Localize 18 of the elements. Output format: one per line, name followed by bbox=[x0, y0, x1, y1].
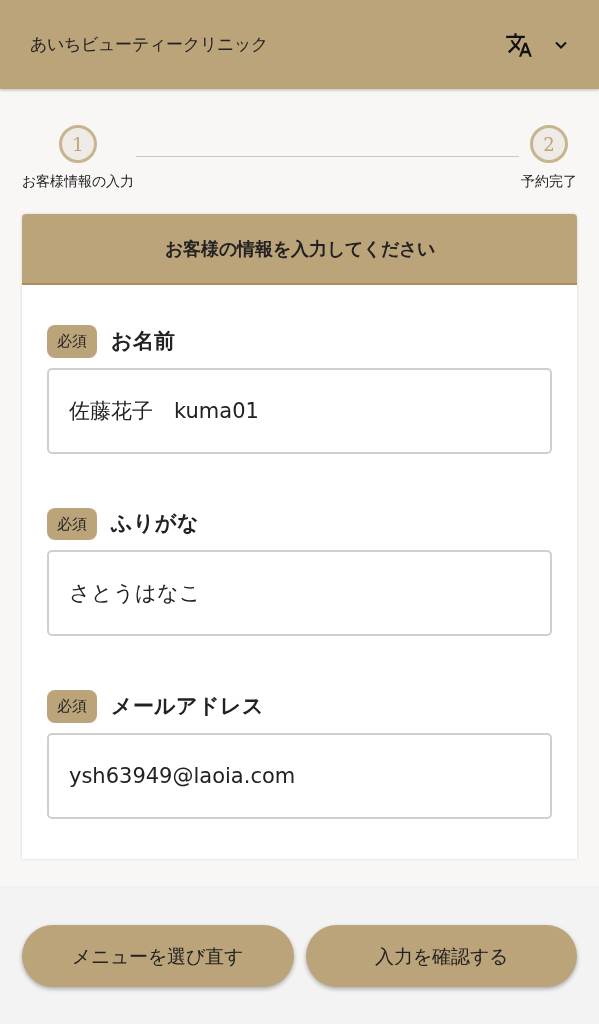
clinic-name: あいちビューティークリニック bbox=[30, 32, 269, 56]
text-field[interactable]: ysh63949@laoia.com bbox=[47, 732, 552, 819]
action-button[interactable]: メニューを選び直す bbox=[22, 925, 294, 987]
step-label: 予約完了 bbox=[521, 172, 577, 191]
required-badge: 必須 bbox=[47, 325, 97, 358]
field-label: メールアドレス bbox=[111, 692, 264, 720]
form-title: お客様の情報を入力してください bbox=[164, 237, 435, 261]
text-field[interactable]: さとうはなこ bbox=[47, 550, 552, 636]
required-badge: 必須 bbox=[47, 507, 97, 540]
step-label: お客様情報の入力 bbox=[22, 172, 134, 191]
step-number: 2 bbox=[530, 125, 568, 163]
required-badge: 必須 bbox=[47, 690, 97, 723]
step-number: 1 bbox=[59, 125, 97, 163]
field-label: お名前 bbox=[111, 327, 175, 355]
action-button[interactable]: 入力を確認する bbox=[305, 925, 577, 987]
text-field[interactable]: 佐藤花子 kuma01 bbox=[47, 367, 552, 454]
translate-icon[interactable] bbox=[505, 30, 533, 59]
field-label: ふりがな bbox=[111, 510, 199, 537]
